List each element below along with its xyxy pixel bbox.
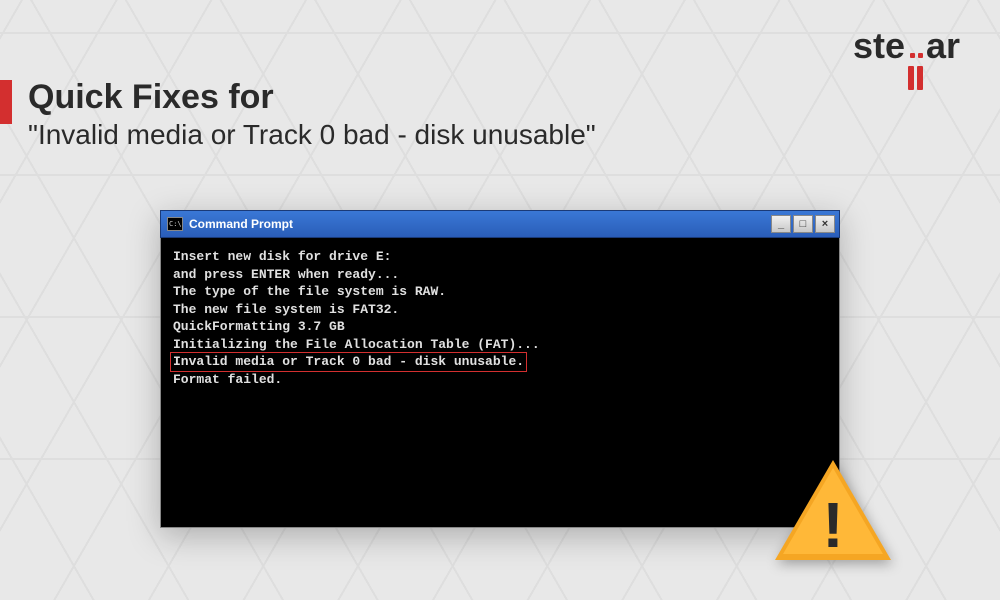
window-titlebar[interactable]: C:\ Command Prompt _ □ × [160, 210, 840, 238]
terminal-output[interactable]: Insert new disk for drive E: and press E… [160, 238, 840, 528]
logo-mark [907, 53, 924, 90]
output-line: and press ENTER when ready... [173, 266, 827, 284]
output-line: Format failed. [173, 371, 827, 389]
heading-line-2: "Invalid media or Track 0 bad - disk unu… [28, 119, 596, 151]
command-prompt-window: C:\ Command Prompt _ □ × Insert new disk… [160, 210, 840, 528]
logo-text-part2: ar [926, 25, 960, 67]
brand-logo: ste ar [853, 25, 960, 90]
output-line: QuickFormatting 3.7 GB [173, 318, 827, 336]
output-line: The type of the file system is RAW. [173, 283, 827, 301]
cmd-icon: C:\ [167, 217, 183, 231]
output-line: Insert new disk for drive E: [173, 248, 827, 266]
warning-icon: ! [775, 460, 895, 565]
logo-text-part1: ste [853, 25, 905, 67]
heading-line-1: Quick Fixes for [28, 78, 596, 117]
warning-exclamation: ! [822, 488, 843, 562]
heading-accent [0, 80, 12, 124]
output-line: The new file system is FAT32. [173, 301, 827, 319]
close-button[interactable]: × [815, 215, 835, 233]
window-controls: _ □ × [771, 215, 835, 233]
output-line-highlighted: Invalid media or Track 0 bad - disk unus… [173, 353, 827, 371]
output-line: Initializing the File Allocation Table (… [173, 336, 827, 354]
page-heading: Quick Fixes for "Invalid media or Track … [28, 78, 596, 151]
maximize-button[interactable]: □ [793, 215, 813, 233]
minimize-button[interactable]: _ [771, 215, 791, 233]
window-title: Command Prompt [189, 217, 771, 231]
